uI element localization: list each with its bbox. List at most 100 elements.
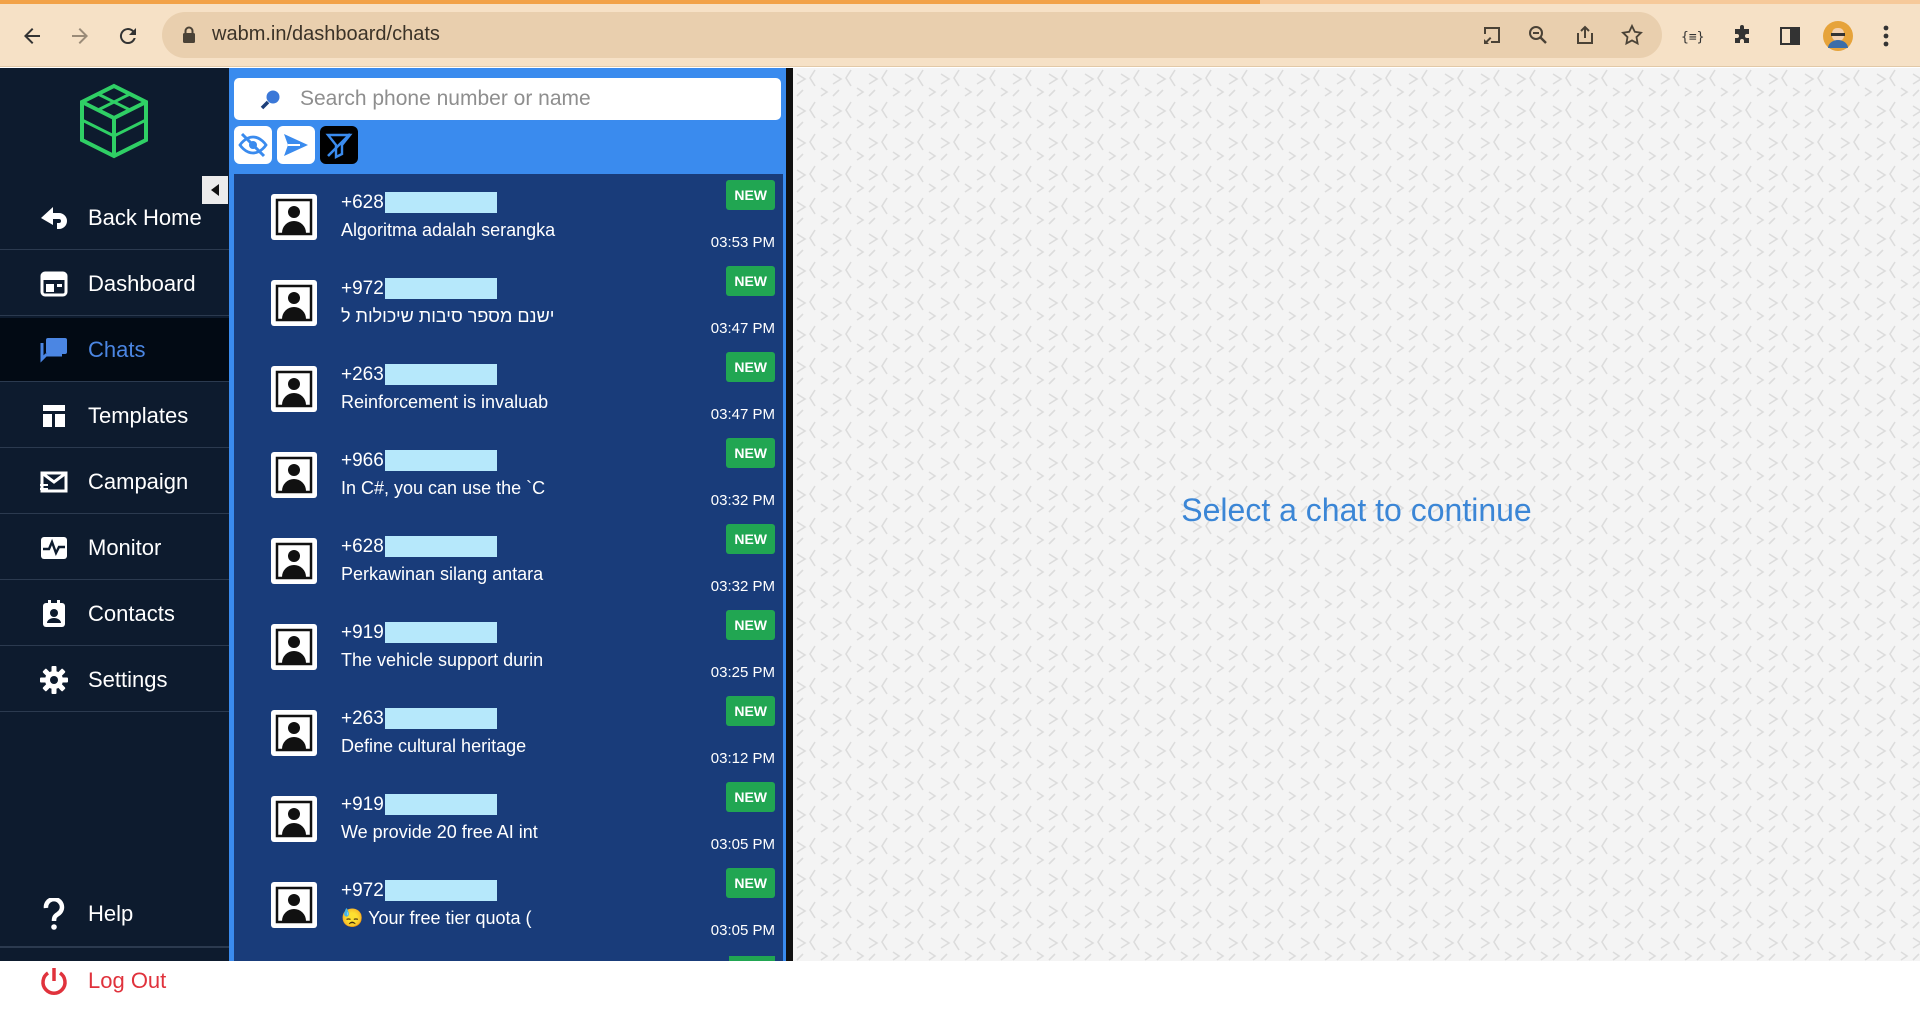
bookmark-star-icon[interactable] <box>1620 23 1644 47</box>
profile-avatar[interactable] <box>1820 18 1856 54</box>
chat-list-item[interactable]: +919 We provide 20 free AI int NEW 03:05… <box>234 776 783 862</box>
help-label: Help <box>88 900 134 926</box>
redacted-number <box>384 536 497 558</box>
chat-phone: +628 <box>341 192 497 214</box>
new-badge: NEW <box>726 524 775 554</box>
new-badge: NEW <box>726 180 775 210</box>
chat-list-item[interactable]: +919 The vehicle support durin NEW 03:25… <box>234 604 783 690</box>
help-button[interactable]: Help <box>0 881 229 947</box>
sidebar-item-settings[interactable]: Settings <box>0 648 229 712</box>
chat-time: 03:53 PM <box>710 234 775 251</box>
chat-time: 03:47 PM <box>710 406 775 423</box>
new-badge: NEW <box>726 782 775 812</box>
browser-menu-icon[interactable] <box>1868 18 1904 54</box>
browser-toolbar: wabm.in/dashboard/chats {≡} <box>0 4 1920 67</box>
chat-phone: +919 <box>341 794 497 816</box>
new-badge: NEW <box>726 438 775 468</box>
sidebar-item-chats[interactable]: Chats <box>0 318 229 382</box>
eye-slash-icon <box>238 132 268 158</box>
chat-preview: 😓 Your free tier quota ( <box>341 908 532 928</box>
chat-time: 03:12 PM <box>710 750 775 767</box>
chat-preview: The vehicle support durin <box>341 650 544 670</box>
chat-list-panel: +628 Algoritma adalah serangka NEW 03:53… <box>229 68 791 961</box>
address-bar[interactable]: wabm.in/dashboard/chats <box>162 12 1662 58</box>
sidebar-item-label: Contacts <box>88 600 175 626</box>
new-badge: NEW <box>726 610 775 640</box>
new-badge: NEW <box>726 266 775 296</box>
install-app-icon[interactable] <box>1480 23 1504 47</box>
redacted-number <box>384 708 497 730</box>
chat-preview: Define cultural heritage <box>341 736 527 756</box>
contact-avatar-icon <box>271 452 317 498</box>
sidebar-item-templates[interactable]: Templates <box>0 384 229 448</box>
sidebar-item-label: Back Home <box>88 204 202 230</box>
sidebar-item-dashboard[interactable]: Dashboard <box>0 252 229 316</box>
settings-gear-icon <box>38 664 70 696</box>
sidebar-item-contacts[interactable]: Contacts <box>0 582 229 646</box>
sidebar-item-label: Settings <box>88 666 168 692</box>
chat-time: 03:05 PM <box>710 922 775 939</box>
filter-off-icon <box>325 133 353 159</box>
chat-phone: +263 <box>341 708 497 730</box>
chat-list-item[interactable]: +263 Reinforcement is invaluab NEW 03:47… <box>234 346 783 432</box>
sidebar-item-label: Campaign <box>88 468 189 494</box>
dashboard-icon <box>38 268 70 300</box>
extensions-puzzle-icon[interactable] <box>1724 18 1760 54</box>
chat-time: 03:32 PM <box>710 492 775 509</box>
filter-sent-button[interactable] <box>277 126 315 164</box>
send-icon <box>284 134 308 156</box>
logout-button[interactable]: Log Out <box>0 948 229 1014</box>
campaign-icon <box>38 466 70 498</box>
chat-preview: Algoritma adalah serangka <box>341 220 556 240</box>
chat-list-item[interactable]: +628 Perkawinan silang antara NEW 03:32 … <box>234 518 783 604</box>
reload-icon[interactable] <box>110 18 146 54</box>
chat-list-item[interactable]: +263 Define cultural heritage NEW 03:12 … <box>234 690 783 776</box>
contact-avatar-icon <box>271 280 317 326</box>
chat-view-area: Select a chat to continue <box>793 68 1920 961</box>
chat-time: 03:05 PM <box>710 836 775 853</box>
chat-phone: +966 <box>341 450 497 472</box>
side-panel-icon[interactable] <box>1772 18 1808 54</box>
chat-phone: +972 <box>341 278 497 300</box>
new-badge: NEW <box>726 696 775 726</box>
logo-icon[interactable] <box>78 82 150 160</box>
sidebar-item-label: Templates <box>88 402 189 428</box>
chat-list: +628 Algoritma adalah serangka NEW 03:53… <box>234 174 783 961</box>
back-arrow-icon[interactable] <box>14 18 50 54</box>
chat-list-item[interactable]: +972 ישנם מספר סיבות שיכולות ל NEW 03:47… <box>234 260 783 346</box>
redacted-number <box>384 794 497 816</box>
sidebar-item-monitor[interactable]: Monitor <box>0 516 229 580</box>
sidebar-item-back-home[interactable]: Back Home <box>0 186 229 250</box>
redacted-number <box>384 622 497 644</box>
share-icon[interactable] <box>1573 23 1597 47</box>
forward-arrow-icon[interactable] <box>62 18 98 54</box>
chat-time: 03:32 PM <box>710 578 775 595</box>
chat-preview: We provide 20 free AI int <box>341 822 538 842</box>
chat-list-item[interactable]: +966 In C#, you can use the `C NEW 03:32… <box>234 432 783 518</box>
chat-list-item[interactable]: +628 Algoritma adalah serangka NEW 03:53… <box>234 174 783 260</box>
lock-icon[interactable] <box>182 26 196 44</box>
monitor-icon <box>38 532 70 564</box>
chat-list-item[interactable]: +972 😓 Your free tier quota ( NEW 03:05 … <box>234 862 783 948</box>
sidebar-item-campaign[interactable]: Campaign <box>0 450 229 514</box>
logout-label: Log Out <box>88 968 167 993</box>
filter-hidden-button[interactable] <box>234 126 272 164</box>
redacted-number <box>384 364 497 386</box>
panel-divider[interactable] <box>786 68 793 961</box>
search-input[interactable] <box>300 78 770 120</box>
next-badge-edge <box>729 956 775 961</box>
contacts-icon <box>38 598 70 630</box>
redacted-number <box>384 278 497 300</box>
contact-avatar-icon <box>271 710 317 756</box>
search-box[interactable] <box>234 78 781 120</box>
contact-avatar-icon <box>271 538 317 584</box>
chat-time: 03:47 PM <box>710 320 775 337</box>
chat-preview: ישנם מספר סיבות שיכולות ל <box>341 306 555 326</box>
url-text[interactable]: wabm.in/dashboard/chats <box>212 23 440 46</box>
redacted-number <box>384 880 497 902</box>
clear-filter-button[interactable] <box>320 126 358 164</box>
zoom-icon[interactable] <box>1526 23 1550 47</box>
json-extension-icon[interactable]: {≡} <box>1676 18 1712 54</box>
chat-preview: In C#, you can use the `C <box>341 478 546 498</box>
empty-state-message: Select a chat to continue <box>1181 492 1532 528</box>
